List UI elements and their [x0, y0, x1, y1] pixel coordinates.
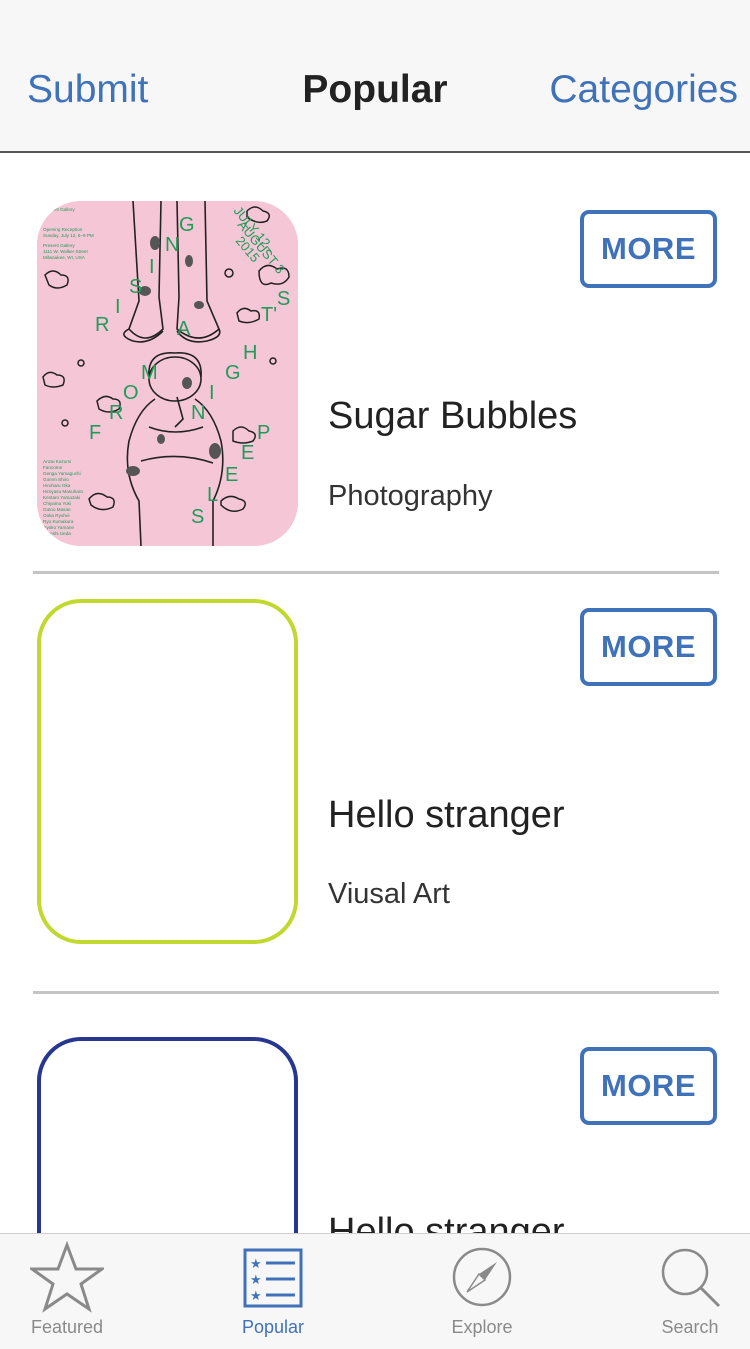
- svg-text:N: N: [165, 234, 179, 256]
- submit-button[interactable]: Submit: [27, 66, 148, 114]
- tab-featured[interactable]: Featured: [0, 1234, 142, 1349]
- compass-icon: [452, 1247, 512, 1307]
- item-thumbnail[interactable]: [37, 599, 298, 944]
- svg-text:Ryoko Yamane: Ryoko Yamane: [43, 525, 74, 530]
- svg-text:Fancome: Fancome: [43, 465, 63, 470]
- item-title: Hello stranger: [328, 794, 565, 836]
- tab-label: Featured: [30, 1317, 104, 1337]
- navigation-bar: Submit Popular Categories: [0, 0, 750, 153]
- more-button[interactable]: MORE: [580, 210, 717, 288]
- svg-text:Gotoo Masao: Gotoo Masao: [43, 507, 71, 512]
- tab-explore[interactable]: Explore: [407, 1234, 557, 1349]
- tab-bar: Featured ★ ★ ★ Popular Explore Search: [0, 1233, 750, 1349]
- page-title: Popular: [302, 68, 448, 111]
- svg-text:1111 W. Walker Street: 1111 W. Walker Street: [43, 249, 88, 254]
- item-title: Hello stranger: [328, 1211, 565, 1233]
- app-screen: Submit Popular Categories Present Galler…: [0, 0, 750, 1349]
- more-button[interactable]: MORE: [580, 1047, 717, 1125]
- svg-text:★: ★: [250, 1257, 262, 1272]
- svg-text:I: I: [149, 256, 155, 278]
- svg-text:Ooka Ryuhei: Ooka Ryuhei: [43, 513, 70, 518]
- svg-text:H: H: [243, 342, 257, 364]
- svg-text:S: S: [129, 276, 142, 298]
- svg-text:Present Gallery: Present Gallery: [43, 207, 75, 212]
- list-item[interactable]: MORE Hello stranger: [0, 993, 750, 1233]
- svg-text:R: R: [95, 314, 109, 336]
- row-divider: [33, 571, 719, 574]
- svg-text:Anzai Kazumi: Anzai Kazumi: [43, 459, 71, 464]
- svg-text:I: I: [115, 296, 121, 318]
- svg-text:E: E: [241, 442, 254, 464]
- svg-text:Opening Reception: Opening Reception: [43, 227, 83, 232]
- svg-text:Present Gallery: Present Gallery: [43, 243, 75, 248]
- svg-text:M: M: [141, 362, 158, 384]
- svg-text:S: S: [191, 506, 204, 528]
- svg-text:S: S: [277, 288, 290, 310]
- svg-text:Ryo Kumakura: Ryo Kumakura: [43, 519, 74, 524]
- svg-text:G: G: [225, 362, 241, 384]
- svg-text:★: ★: [250, 1273, 262, 1288]
- list-item[interactable]: Present Gallery Opening Reception Sunday…: [0, 155, 750, 574]
- svg-text:Takeshi Ueda: Takeshi Ueda: [43, 531, 71, 536]
- svg-text:A: A: [177, 318, 191, 340]
- svg-text:R: R: [109, 402, 123, 424]
- svg-text:O: O: [123, 382, 139, 404]
- svg-text:Sunday, July 12, 6–9 PM: Sunday, July 12, 6–9 PM: [43, 233, 94, 238]
- tab-label: Explore: [451, 1317, 513, 1337]
- item-title: Sugar Bubbles: [328, 395, 578, 437]
- item-category: Photography: [328, 480, 493, 512]
- tab-label: Search: [661, 1317, 719, 1337]
- svg-text:Chiyama Yuki: Chiyama Yuki: [43, 501, 71, 506]
- svg-text:T': T': [261, 304, 277, 326]
- svg-text:Milwaukee, WI, USA: Milwaukee, WI, USA: [43, 255, 86, 260]
- svg-text:G: G: [179, 214, 195, 236]
- svg-text:I: I: [209, 382, 215, 404]
- svg-text:Gomm Shiro: Gomm Shiro: [43, 477, 69, 482]
- tab-search[interactable]: Search: [615, 1234, 750, 1349]
- categories-button[interactable]: Categories: [549, 66, 738, 114]
- popular-list[interactable]: Present Gallery Opening Reception Sunday…: [0, 155, 750, 1233]
- svg-text:Hiroyasu Masuhara: Hiroyasu Masuhara: [43, 489, 83, 494]
- item-category: Viusal Art: [328, 878, 450, 910]
- item-thumbnail[interactable]: [37, 1037, 298, 1233]
- svg-text:Kentaro Yamazaki: Kentaro Yamazaki: [43, 495, 80, 500]
- poster-thumbnail[interactable]: Present Gallery Opening Reception Sunday…: [37, 201, 298, 546]
- tab-popular[interactable]: ★ ★ ★ Popular: [198, 1234, 348, 1349]
- magnifier-icon: [661, 1248, 721, 1308]
- svg-text:★: ★: [250, 1289, 262, 1304]
- poster-illustration: Present Gallery Opening Reception Sunday…: [37, 201, 298, 546]
- tab-label: Popular: [241, 1317, 305, 1337]
- svg-text:N: N: [191, 402, 205, 424]
- ranked-list-icon: ★ ★ ★: [243, 1248, 303, 1308]
- list-item[interactable]: MORE Hello stranger Viusal Art: [0, 575, 750, 994]
- svg-text:L: L: [207, 484, 218, 506]
- svg-text:Hiroharu Oka: Hiroharu Oka: [43, 483, 71, 488]
- more-button[interactable]: MORE: [580, 608, 717, 686]
- svg-text:P: P: [257, 422, 270, 444]
- star-icon: [30, 1240, 104, 1313]
- svg-text:E: E: [225, 464, 238, 486]
- svg-text:F: F: [89, 422, 101, 444]
- svg-text:Genga Yamaguchi: Genga Yamaguchi: [43, 471, 81, 476]
